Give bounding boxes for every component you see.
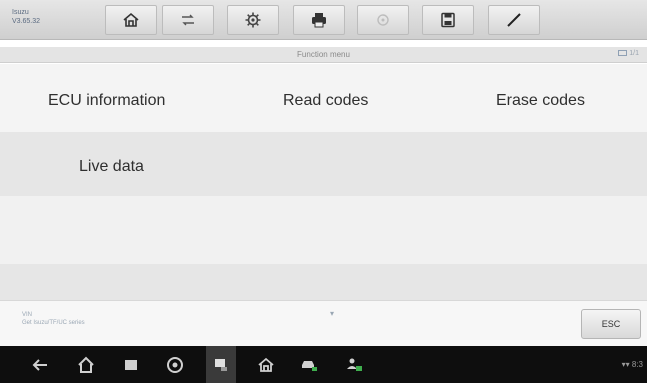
erase-codes-button[interactable]: Erase codes: [496, 92, 585, 110]
path-text: Get Isuzu/TF/UC series: [22, 320, 85, 326]
pc-link-button[interactable]: [344, 355, 364, 375]
save-icon: [441, 12, 455, 28]
browser-icon: [167, 357, 183, 373]
system-clock: ▾▾ 8:3: [622, 360, 643, 369]
function-row-1: ECU information Read codes Erase codes: [0, 64, 647, 132]
printer-icon: [312, 13, 326, 28]
help-icon: [377, 14, 389, 26]
settings-button[interactable]: [227, 5, 279, 35]
function-row-4: [0, 264, 647, 300]
vci-button[interactable]: [299, 355, 319, 375]
page-indicator: 1/1: [618, 50, 639, 57]
vehicle-swap-button[interactable]: [162, 5, 214, 35]
esc-button[interactable]: ESC: [581, 309, 641, 339]
scroll-indicator: ▾: [330, 309, 335, 318]
live-data-button[interactable]: Live data: [79, 158, 144, 176]
help-button[interactable]: [357, 5, 409, 35]
back-button[interactable]: [30, 355, 50, 375]
status-bar: VIN Get Isuzu/TF/UC series ▾ ESC: [0, 300, 647, 346]
recent-apps-icon: [125, 360, 137, 370]
chrome-button[interactable]: [165, 355, 185, 375]
read-codes-button[interactable]: Read codes: [283, 92, 368, 110]
data-logging-button[interactable]: [488, 5, 540, 35]
function-row-3: [0, 196, 647, 264]
vehicle-path-info: VIN Get Isuzu/TF/UC series: [22, 311, 85, 327]
diagnostics-app-button[interactable]: [206, 346, 236, 383]
vehicle-make: Isuzu: [12, 9, 29, 16]
recent-apps-button[interactable]: [121, 355, 141, 375]
home-button[interactable]: [105, 5, 157, 35]
function-row-2: Live data: [0, 132, 647, 196]
ecu-information-button[interactable]: ECU information: [48, 92, 165, 110]
car-icon: [302, 361, 317, 371]
wifi-icon: ▾▾: [621, 360, 632, 369]
vin-label: VIN: [22, 312, 33, 318]
save-button[interactable]: [422, 5, 474, 35]
system-navbar: ▾▾ 8:3: [0, 346, 647, 383]
home-icon: [78, 356, 94, 373]
vehicle-home-button[interactable]: [256, 355, 276, 375]
back-arrow-icon: [32, 359, 47, 371]
diagnostics-icon: [215, 358, 227, 371]
print-button[interactable]: [293, 5, 345, 35]
android-home-button[interactable]: [76, 355, 96, 375]
clock-text: 8:3: [631, 360, 643, 369]
home-icon: [123, 12, 139, 27]
page-indicator-text: 1/1: [629, 50, 639, 57]
function-menu-header: Function menu 1/1: [0, 47, 647, 63]
toolbar: Isuzu V3.65.32: [0, 0, 647, 40]
page-icon: [618, 50, 628, 56]
vehicle-info: Isuzu V3.65.32: [12, 8, 40, 26]
function-menu-title: Function menu: [297, 50, 350, 59]
home-icon: [258, 357, 274, 372]
vehicle-version: V3.65.32: [12, 18, 41, 25]
pen-icon: [507, 13, 521, 27]
vehicle-swap-icon: [182, 14, 194, 26]
pc-link-icon: [347, 358, 362, 371]
gear-icon: [245, 12, 261, 28]
